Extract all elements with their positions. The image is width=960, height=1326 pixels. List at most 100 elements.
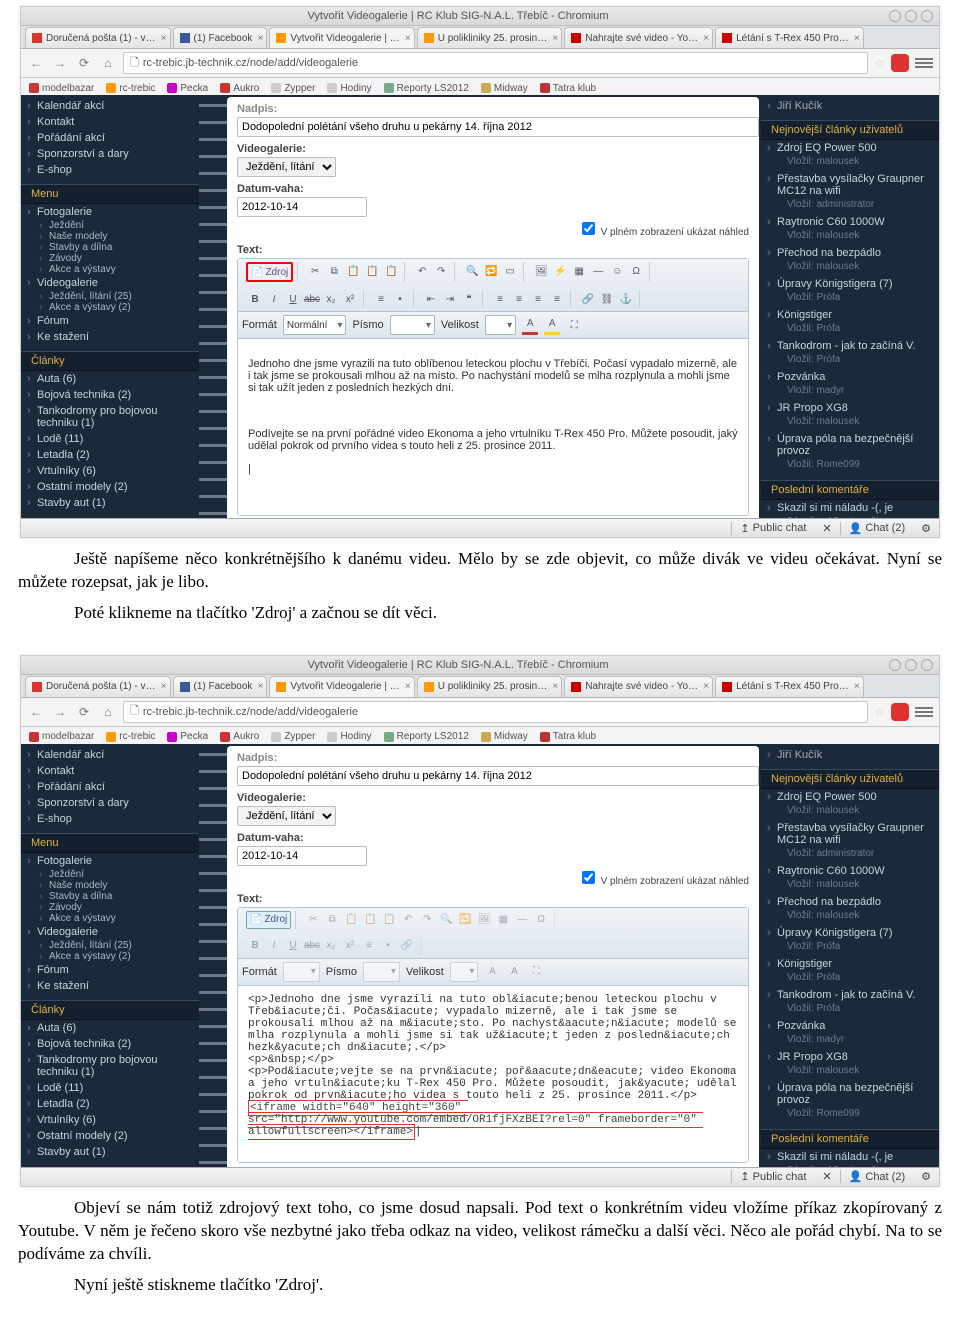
- sidebar-item-lode[interactable]: Lodě (11): [21, 431, 199, 447]
- anchor-icon[interactable]: ⚓: [617, 290, 635, 308]
- back-icon[interactable]: ←: [27, 54, 45, 72]
- tab-videogalerie[interactable]: Vytvořit Videogalerie | …×: [269, 27, 414, 48]
- forward-icon[interactable]: →: [51, 54, 69, 72]
- maximize-icon[interactable]: ⛶: [528, 964, 544, 980]
- videogalerie-select[interactable]: Ježdění, lítání: [237, 806, 336, 826]
- align-right-icon[interactable]: ≡: [529, 290, 547, 308]
- bookmark-rctrebic[interactable]: rc-trebic: [106, 731, 155, 742]
- opera-icon[interactable]: [891, 54, 909, 72]
- find-icon[interactable]: 🔍: [463, 262, 481, 280]
- close-icon[interactable]: ✕: [822, 522, 831, 535]
- sidebar-item-letadla[interactable]: Letadla (2): [21, 447, 199, 463]
- nadpis-input[interactable]: [237, 117, 759, 137]
- bookmark-tatra[interactable]: Tatra klub: [540, 83, 596, 94]
- bookmark-aukro[interactable]: Aukro: [220, 731, 259, 742]
- sidebar-item-kalendar[interactable]: Kalendář akcí: [21, 98, 199, 114]
- latest-item[interactable]: Raytronic C60 1000W: [761, 214, 939, 230]
- chat-button[interactable]: 👤 Chat (2): [840, 522, 913, 535]
- sidebar-item-ke-stazeni[interactable]: Ke stažení: [21, 329, 199, 345]
- copy-icon[interactable]: ⧉: [325, 262, 343, 280]
- specialchar-icon[interactable]: Ω: [627, 262, 645, 280]
- tab-polikliniky[interactable]: U polikliniky 25. prosin…×: [417, 27, 563, 48]
- bookmark-modelbazar[interactable]: modelbazar: [29, 83, 94, 94]
- sidebar-item-vrtulniky[interactable]: Vrtulníky (6): [21, 463, 199, 479]
- latest-item[interactable]: JR Propo XG8: [761, 400, 939, 416]
- tab-facebook[interactable]: (1) Facebook×: [173, 676, 268, 697]
- url-input[interactable]: 🗋rc-trebic.jb-technik.cz/node/add/videog…: [123, 701, 868, 723]
- sub-icon[interactable]: x₂: [322, 290, 340, 308]
- bookmark-pecka[interactable]: Pecka: [167, 83, 208, 94]
- underline-icon[interactable]: U: [284, 290, 302, 308]
- home-icon[interactable]: ⌂: [99, 54, 117, 72]
- bookmark-hodiny[interactable]: Hodiny: [327, 731, 371, 742]
- numlist-icon[interactable]: ≡: [372, 290, 390, 308]
- user-name[interactable]: Jiří Kučík: [761, 98, 939, 114]
- menu-icon[interactable]: [915, 58, 933, 68]
- outdent-icon[interactable]: ⇤: [422, 290, 440, 308]
- home-icon[interactable]: ⌂: [99, 703, 117, 721]
- flash-icon[interactable]: ⚡: [551, 262, 569, 280]
- bookmark-tatra[interactable]: Tatra klub: [540, 731, 596, 742]
- table-icon[interactable]: ▦: [570, 262, 588, 280]
- maximize-icon[interactable]: [905, 10, 917, 22]
- opera-icon[interactable]: [891, 703, 909, 721]
- close-icon[interactable]: [921, 659, 933, 671]
- latest-item[interactable]: Úprava póla na bezpečnější provoz: [761, 431, 939, 459]
- italic-icon[interactable]: I: [265, 290, 283, 308]
- sidebar-sub-stavby[interactable]: Stavby a dílna: [21, 242, 199, 253]
- strike-icon[interactable]: abc: [303, 290, 321, 308]
- tab-facebook[interactable]: (1) Facebook×: [173, 27, 268, 48]
- align-center-icon[interactable]: ≡: [510, 290, 528, 308]
- reload-icon[interactable]: ⟳: [75, 703, 93, 721]
- close-icon[interactable]: ×: [854, 33, 860, 44]
- sidebar-item-stavby-aut[interactable]: Stavby aut (1): [21, 495, 199, 511]
- latest-item[interactable]: Tankodrom - jak to začíná V.: [761, 338, 939, 354]
- undo-icon[interactable]: ↶: [413, 262, 431, 280]
- hr-icon[interactable]: —: [589, 262, 607, 280]
- bookmark-zypper[interactable]: Zypper: [271, 731, 315, 742]
- bookmark-reporty[interactable]: Reporty LS2012: [384, 731, 469, 742]
- gear-icon[interactable]: ⚙: [921, 1170, 931, 1183]
- paste-text-icon[interactable]: 📋: [363, 262, 381, 280]
- preview-checkbox[interactable]: [582, 871, 595, 884]
- link-icon[interactable]: 🔗: [579, 290, 597, 308]
- bookmark-zypper[interactable]: Zypper: [271, 83, 315, 94]
- close-icon[interactable]: ×: [258, 33, 264, 44]
- close-icon[interactable]: [921, 10, 933, 22]
- sidebar-item-ostatni[interactable]: Ostatní modely (2): [21, 479, 199, 495]
- sidebar-sub-akce-vystavy[interactable]: Akce a výstavy (2): [21, 302, 199, 313]
- sidebar-item-poradani[interactable]: Pořádání akcí: [21, 130, 199, 146]
- bookmark-modelbazar[interactable]: modelbazar: [29, 731, 94, 742]
- latest-item[interactable]: Přestavba vysílačky Graupner MC12 na wif…: [761, 171, 939, 199]
- editor-body[interactable]: Jednoho dne jsme vyrazili na tuto oblíbe…: [238, 339, 748, 515]
- bookmark-midway[interactable]: Midway: [481, 83, 528, 94]
- latest-item[interactable]: Zdroj EQ Power 500: [761, 140, 939, 156]
- tab-videogalerie[interactable]: Vytvořit Videogalerie | …×: [269, 676, 414, 697]
- bookmark-hodiny[interactable]: Hodiny: [327, 83, 371, 94]
- public-chat-button[interactable]: ↥ Public chat: [731, 522, 814, 535]
- smiley-icon[interactable]: ☺: [608, 262, 626, 280]
- editor-body-source[interactable]: <p>Jednoho dne jsme vyrazili na tuto obl…: [238, 986, 748, 1162]
- sidebar-item-eshop[interactable]: E-shop: [21, 162, 199, 178]
- tab-polikliniky[interactable]: U polikliniky 25. prosin…×: [417, 676, 563, 697]
- sidebar-item-bojova[interactable]: Bojová technika (2): [21, 387, 199, 403]
- url-input[interactable]: 🗋 rc-trebic.jb-technik.cz/node/add/video…: [123, 52, 868, 74]
- close-icon[interactable]: ×: [552, 33, 558, 44]
- image-icon[interactable]: 🖼: [532, 262, 550, 280]
- back-icon[interactable]: ←: [27, 703, 45, 721]
- minimize-icon[interactable]: [889, 10, 901, 22]
- align-justify-icon[interactable]: ≡: [548, 290, 566, 308]
- close-icon[interactable]: ×: [161, 33, 167, 44]
- latest-item[interactable]: Úpravy Königstigera (7): [761, 276, 939, 292]
- bookmark-rctrebic[interactable]: rc-trebic: [106, 83, 155, 94]
- bookmark-aukro[interactable]: Aukro: [220, 83, 259, 94]
- font-select[interactable]: [390, 315, 435, 335]
- format-select[interactable]: Normální: [283, 315, 347, 335]
- close-icon[interactable]: ×: [703, 33, 709, 44]
- maximize-icon[interactable]: [905, 659, 917, 671]
- reload-icon[interactable]: ⟳: [75, 54, 93, 72]
- tab-youtube-upload[interactable]: Nahrajte své video - Yo…×: [564, 27, 713, 48]
- size-select[interactable]: [485, 315, 516, 335]
- bookmark-reporty[interactable]: Reporty LS2012: [384, 83, 469, 94]
- tab-gmail[interactable]: Doručená pošta (1) - v…×: [25, 676, 171, 697]
